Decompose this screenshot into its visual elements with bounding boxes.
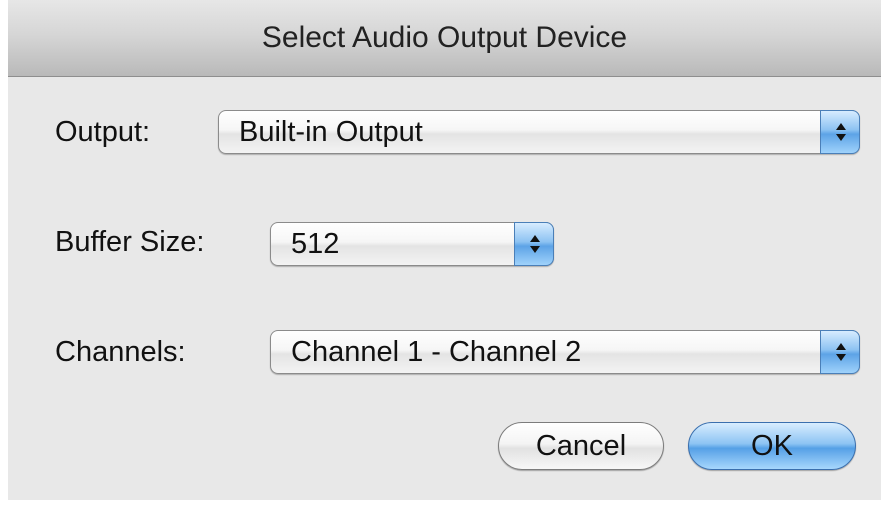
channels-label: Channels: xyxy=(55,336,186,368)
up-down-arrows-icon xyxy=(836,343,846,361)
output-select[interactable]: Built-in Output xyxy=(218,110,860,154)
dialog-title: Select Audio Output Device xyxy=(8,0,881,77)
up-down-arrows-icon xyxy=(836,123,846,141)
buffer-size-select-value: 512 xyxy=(291,228,340,260)
channels-select-value: Channel 1 - Channel 2 xyxy=(291,336,582,368)
output-label: Output: xyxy=(55,116,151,148)
cancel-button[interactable]: Cancel xyxy=(498,422,664,470)
buffer-size-stepper[interactable] xyxy=(514,222,554,266)
channels-select[interactable]: Channel 1 - Channel 2 xyxy=(270,330,860,374)
audio-output-dialog: Select Audio Output Device Output: Built… xyxy=(8,0,881,500)
buffer-size-label: Buffer Size: xyxy=(55,226,205,258)
ok-button[interactable]: OK xyxy=(688,422,856,470)
buffer-size-select[interactable]: 512 xyxy=(270,222,554,266)
output-stepper[interactable] xyxy=(820,110,860,154)
output-select-value: Built-in Output xyxy=(239,116,423,148)
channels-stepper[interactable] xyxy=(820,330,860,374)
up-down-arrows-icon xyxy=(530,235,540,253)
